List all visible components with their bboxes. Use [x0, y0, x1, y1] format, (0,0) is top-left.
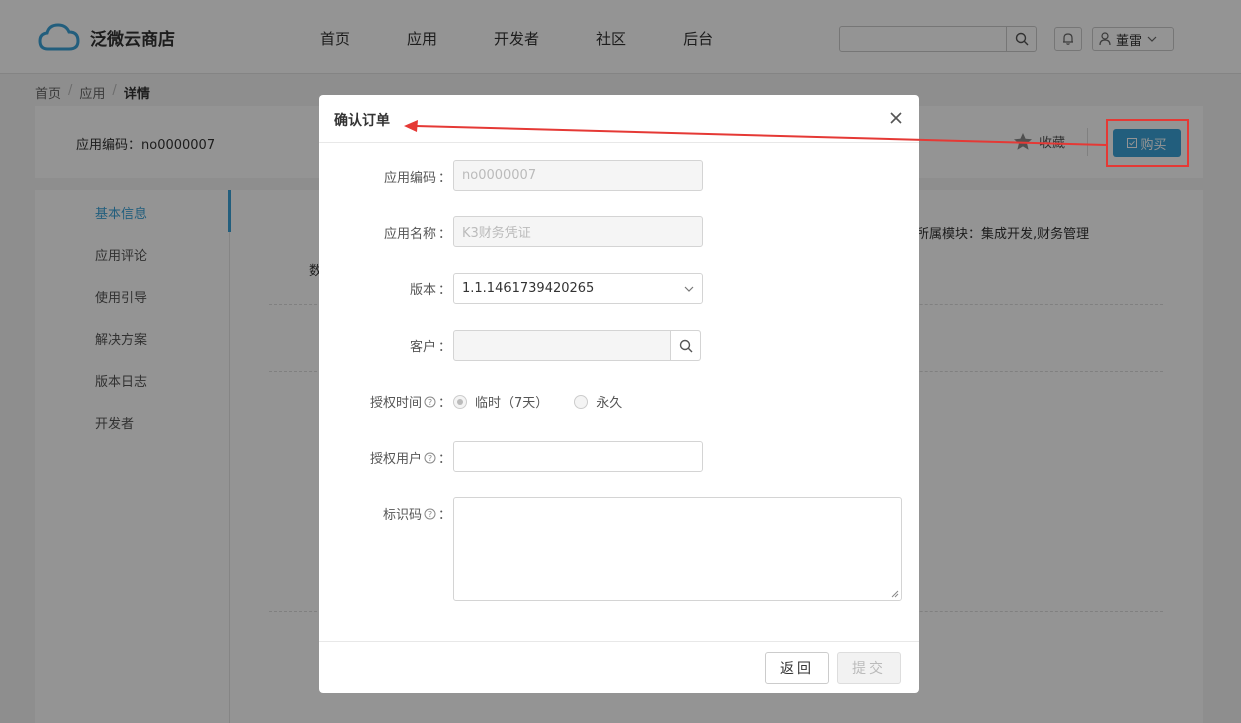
back-button[interactable]: 返回	[765, 652, 829, 684]
app-name-field-label: 应用名称：	[383, 227, 451, 242]
help-icon[interactable]: ?	[424, 396, 436, 408]
auth-time-field-label: 授权时间 ? ：	[369, 396, 451, 411]
close-icon	[890, 112, 902, 124]
radio-permanent-label: 永久	[596, 396, 623, 411]
radio-button[interactable]	[574, 394, 589, 409]
submit-button[interactable]: 提交	[837, 652, 901, 684]
version-value: 1.1.1461739420265	[462, 281, 595, 296]
help-icon[interactable]: ?	[424, 452, 436, 464]
radio-button-checked[interactable]	[453, 394, 467, 409]
version-select[interactable]: 1.1.1461739420265	[453, 273, 703, 304]
dialog-title: 确认订单	[334, 113, 390, 129]
close-button[interactable]	[887, 109, 905, 127]
auth-users-input[interactable]	[453, 441, 703, 472]
auth-time-radio-group: 临时（7天） 永久	[453, 392, 648, 411]
buy-button-highlight	[1106, 119, 1189, 167]
search-icon	[679, 339, 692, 352]
radio-temporary[interactable]: 临时（7天）	[453, 392, 548, 411]
app-code-field-label: 应用编码：	[383, 171, 451, 186]
customer-field[interactable]	[453, 330, 701, 361]
id-code-field-label: 标识码 ? ：	[382, 508, 451, 523]
resize-handle-icon[interactable]	[891, 590, 899, 598]
id-code-textarea[interactable]	[453, 497, 902, 601]
version-field-label: 版本：	[409, 283, 451, 298]
customer-search-button[interactable]	[670, 331, 700, 360]
app-name-field: K3财务凭证	[453, 216, 703, 247]
radio-temporary-label: 临时（7天）	[475, 396, 549, 411]
svg-text:?: ?	[428, 398, 432, 407]
dialog-header: 确认订单	[319, 95, 919, 143]
auth-users-field-label: 授权用户 ? ：	[369, 452, 451, 467]
radio-permanent[interactable]: 永久	[574, 392, 622, 411]
confirm-order-dialog: 确认订单 应用编码： no0000007 应用名称： K3财务凭证 版本： 1.…	[319, 95, 919, 693]
svg-text:?: ?	[428, 454, 432, 463]
app-code-field: no0000007	[453, 160, 703, 191]
customer-field-label: 客户：	[409, 340, 451, 355]
help-icon[interactable]: ?	[424, 508, 436, 520]
chevron-down-icon	[684, 286, 694, 292]
svg-text:?: ?	[428, 510, 432, 519]
dialog-footer: 返回 提交	[319, 641, 919, 693]
